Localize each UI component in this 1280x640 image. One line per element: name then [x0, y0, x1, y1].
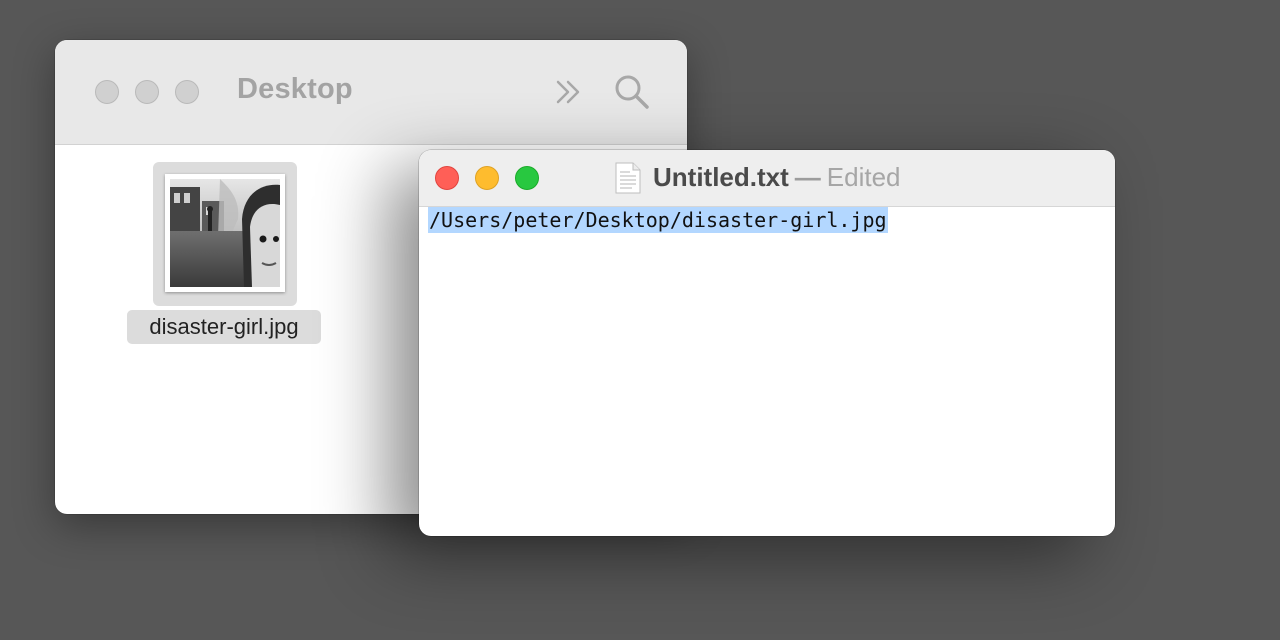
- file-name-label[interactable]: disaster-girl.jpg: [127, 310, 321, 344]
- text-document-icon[interactable]: [615, 162, 641, 194]
- edited-status: Edited: [826, 162, 901, 192]
- minimize-button[interactable]: [135, 80, 159, 104]
- textedit-window[interactable]: Untitled.txt — Edited /Users/peter/Desktop…: [419, 150, 1115, 536]
- close-button[interactable]: [95, 80, 119, 104]
- file-item[interactable]: disaster-girl.jpg: [127, 162, 321, 344]
- image-thumbnail-icon[interactable]: [165, 174, 285, 292]
- window-title: Desktop: [237, 73, 353, 105]
- double-chevron-icon[interactable]: [553, 76, 585, 108]
- finder-toolbar: Desktop: [55, 40, 687, 145]
- close-button[interactable]: [435, 166, 459, 190]
- text-editor-area[interactable]: /Users/peter/Desktop/disaster-girl.jpg: [428, 207, 1108, 233]
- title-bar[interactable]: Untitled.txt — Edited: [419, 150, 1115, 207]
- zoom-button[interactable]: [515, 166, 539, 190]
- zoom-button[interactable]: [175, 80, 199, 104]
- document-filename: Untitled.txt: [653, 162, 789, 192]
- minimize-button[interactable]: [475, 166, 499, 190]
- window-title: Untitled.txt — Edited: [653, 162, 901, 193]
- search-icon[interactable]: [613, 73, 651, 111]
- title-separator: —: [794, 162, 821, 192]
- file-selection-highlight: [153, 162, 297, 306]
- selected-text[interactable]: /Users/peter/Desktop/disaster-girl.jpg: [428, 207, 888, 233]
